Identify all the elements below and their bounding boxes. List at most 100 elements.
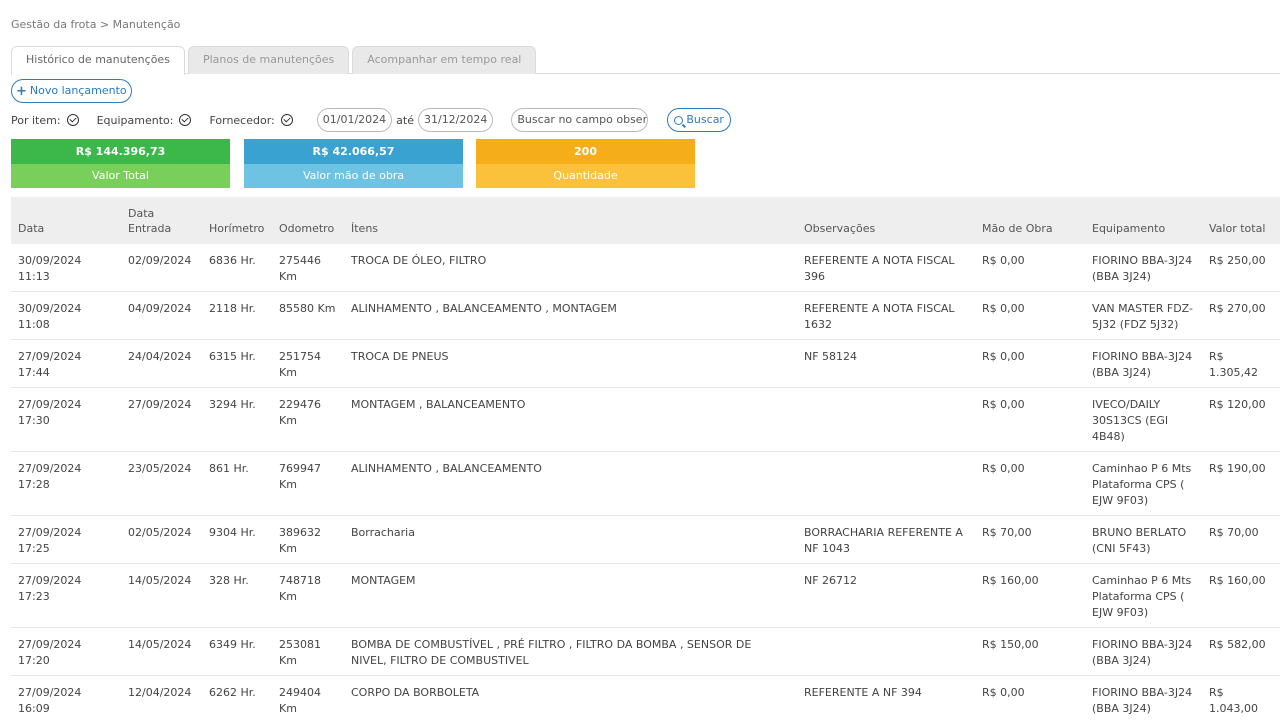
table-row[interactable]: 27/09/2024 17:28 23/05/2024 861 Hr. 7699… (11, 451, 1280, 516)
cell-mao-de-obra: R$ 0,00 (975, 291, 1085, 340)
cell-data-entrada: 23/05/2024 (121, 451, 202, 516)
cell-mao-de-obra: R$ 0,00 (975, 675, 1085, 720)
search-button-label: Buscar (686, 113, 724, 126)
cell-observacoes (797, 451, 975, 516)
table-row[interactable]: 27/09/2024 16:09 12/04/2024 6262 Hr. 249… (11, 675, 1280, 720)
cell-valor-total: R$ 270,00 (1202, 291, 1280, 340)
tab-tempo-real[interactable]: Acompanhar em tempo real (352, 46, 537, 74)
cell-odometro: 85580 Km (272, 291, 344, 340)
cell-valor-total: R$ 160,00 (1202, 563, 1280, 628)
cell-data: 27/09/2024 17:23 (11, 563, 121, 628)
cell-data-entrada: 24/04/2024 (121, 339, 202, 388)
table-header-row: Data Data Entrada Horímetro Odometro Íte… (11, 197, 1280, 244)
cell-observacoes (797, 387, 975, 452)
cell-valor-total: R$ 250,00 (1202, 244, 1280, 292)
cell-data-entrada: 27/09/2024 (121, 387, 202, 452)
col-header-observacoes[interactable]: Observações (797, 197, 975, 244)
check-circle-icon[interactable] (66, 114, 79, 126)
cell-data-entrada: 14/05/2024 (121, 627, 202, 676)
cell-equipamento: FIORINO BBA-3J24 (BBA 3J24) (1085, 339, 1202, 388)
table-row[interactable]: 27/09/2024 17:20 14/05/2024 6349 Hr. 253… (11, 627, 1280, 676)
quantity-label: Quantidade (476, 164, 695, 188)
new-entry-button[interactable]: + Novo lançamento (11, 79, 132, 103)
col-header-equipamento[interactable]: Equipamento (1085, 197, 1202, 244)
cell-observacoes: REFERENTE A NOTA FISCAL 1632 (797, 291, 975, 340)
col-header-itens[interactable]: Ítens (344, 197, 797, 244)
col-header-horimetro[interactable]: Horímetro (202, 197, 272, 244)
tab-planos[interactable]: Planos de manutenções (187, 46, 350, 74)
new-entry-label: Novo lançamento (29, 84, 127, 97)
cell-itens: TROCA DE PNEUS (344, 339, 797, 388)
cell-odometro: 253081 Km (272, 627, 344, 676)
breadcrumb: Gestão da frota > Manutenção (11, 18, 181, 31)
col-header-data[interactable]: Data (11, 197, 121, 244)
table-row[interactable]: 30/09/2024 11:08 04/09/2024 2118 Hr. 855… (11, 291, 1280, 340)
cell-valor-total: R$ 70,00 (1202, 515, 1280, 564)
cell-odometro: 389632 Km (272, 515, 344, 564)
filter-por-item-label: Por item: (11, 113, 61, 127)
tab-historico[interactable]: Histórico de manutenções (11, 46, 185, 75)
cell-itens: BOMBA DE COMBUSTÍVEL , PRÉ FILTRO , FILT… (344, 627, 797, 676)
cell-data: 27/09/2024 16:09 (11, 675, 121, 720)
cell-valor-total: R$ 120,00 (1202, 387, 1280, 452)
cell-equipamento: Caminhao P 6 Mts Plataforma CPS ( EJW 9F… (1085, 563, 1202, 628)
cell-itens: MONTAGEM , BALANCEAMENTO (344, 387, 797, 452)
total-value-label: Valor Total (11, 164, 230, 188)
cell-odometro: 251754 Km (272, 339, 344, 388)
table-row[interactable]: 27/09/2024 17:23 14/05/2024 328 Hr. 7487… (11, 563, 1280, 628)
cell-valor-total: R$ 582,00 (1202, 627, 1280, 676)
cell-odometro: 748718 Km (272, 563, 344, 628)
cell-horimetro: 6836 Hr. (202, 244, 272, 292)
cell-data: 27/09/2024 17:44 (11, 339, 121, 388)
cell-horimetro: 3294 Hr. (202, 387, 272, 452)
cell-mao-de-obra: R$ 0,00 (975, 339, 1085, 388)
labor-value-card: R$ 42.066,57 Valor mão de obra (244, 139, 463, 188)
cell-observacoes (797, 627, 975, 676)
cell-observacoes: REFERENTE A NOTA FISCAL 396 (797, 244, 975, 292)
date-from-input[interactable]: 01/01/2024 (316, 108, 393, 132)
cell-data: 27/09/2024 17:30 (11, 387, 121, 452)
col-header-data-entrada[interactable]: Data Entrada (121, 197, 202, 244)
cell-mao-de-obra: R$ 70,00 (975, 515, 1085, 564)
cell-itens: TROCA DE ÓLEO, FILTRO (344, 244, 797, 292)
cell-mao-de-obra: R$ 0,00 (975, 387, 1085, 452)
observations-search-input[interactable]: Buscar no campo observações (511, 108, 649, 132)
cell-equipamento: FIORINO BBA-3J24 (BBA 3J24) (1085, 627, 1202, 676)
filter-fornecedor-label: Fornecedor: (209, 113, 275, 127)
cell-horimetro: 6315 Hr. (202, 339, 272, 388)
check-circle-icon[interactable] (280, 114, 293, 126)
col-header-valor-total[interactable]: Valor total (1202, 197, 1280, 244)
cell-observacoes: NF 58124 (797, 339, 975, 388)
table-row[interactable]: 27/09/2024 17:30 27/09/2024 3294 Hr. 229… (11, 387, 1280, 452)
cell-itens: MONTAGEM (344, 563, 797, 628)
col-header-odometro[interactable]: Odometro (272, 197, 344, 244)
cell-equipamento: FIORINO BBA-3J24 (BBA 3J24) (1085, 675, 1202, 720)
cell-equipamento: BRUNO BERLATO (CNI 5F43) (1085, 515, 1202, 564)
check-circle-icon[interactable] (179, 114, 192, 126)
table-row[interactable]: 27/09/2024 17:25 02/05/2024 9304 Hr. 389… (11, 515, 1280, 564)
cell-data: 27/09/2024 17:20 (11, 627, 121, 676)
cell-horimetro: 6262 Hr. (202, 675, 272, 720)
cell-itens: CORPO DA BORBOLETA (344, 675, 797, 720)
cell-equipamento: Caminhao P 6 Mts Plataforma CPS ( EJW 9F… (1085, 451, 1202, 516)
date-to-input[interactable]: 31/12/2024 (417, 108, 494, 132)
quantity-card: 200 Quantidade (476, 139, 695, 188)
cell-data-entrada: 12/04/2024 (121, 675, 202, 720)
cell-mao-de-obra: R$ 160,00 (975, 563, 1085, 628)
search-icon (674, 115, 684, 125)
table-row[interactable]: 30/09/2024 11:13 02/09/2024 6836 Hr. 275… (11, 244, 1280, 292)
cell-mao-de-obra: R$ 150,00 (975, 627, 1085, 676)
cell-data-entrada: 02/09/2024 (121, 244, 202, 292)
maintenance-table: Data Data Entrada Horímetro Odometro Íte… (11, 197, 1280, 720)
search-button[interactable]: Buscar (667, 108, 731, 132)
cell-observacoes: REFERENTE A NF 394 (797, 675, 975, 720)
cell-horimetro: 2118 Hr. (202, 291, 272, 340)
cell-data-entrada: 14/05/2024 (121, 563, 202, 628)
total-value-card: R$ 144.396,73 Valor Total (11, 139, 230, 188)
cell-horimetro: 328 Hr. (202, 563, 272, 628)
plus-icon: + (16, 83, 27, 99)
table-row[interactable]: 27/09/2024 17:44 24/04/2024 6315 Hr. 251… (11, 339, 1280, 388)
col-header-mao-de-obra[interactable]: Mão de Obra (975, 197, 1085, 244)
cell-mao-de-obra: R$ 0,00 (975, 244, 1085, 292)
quantity-value: 200 (476, 139, 695, 164)
